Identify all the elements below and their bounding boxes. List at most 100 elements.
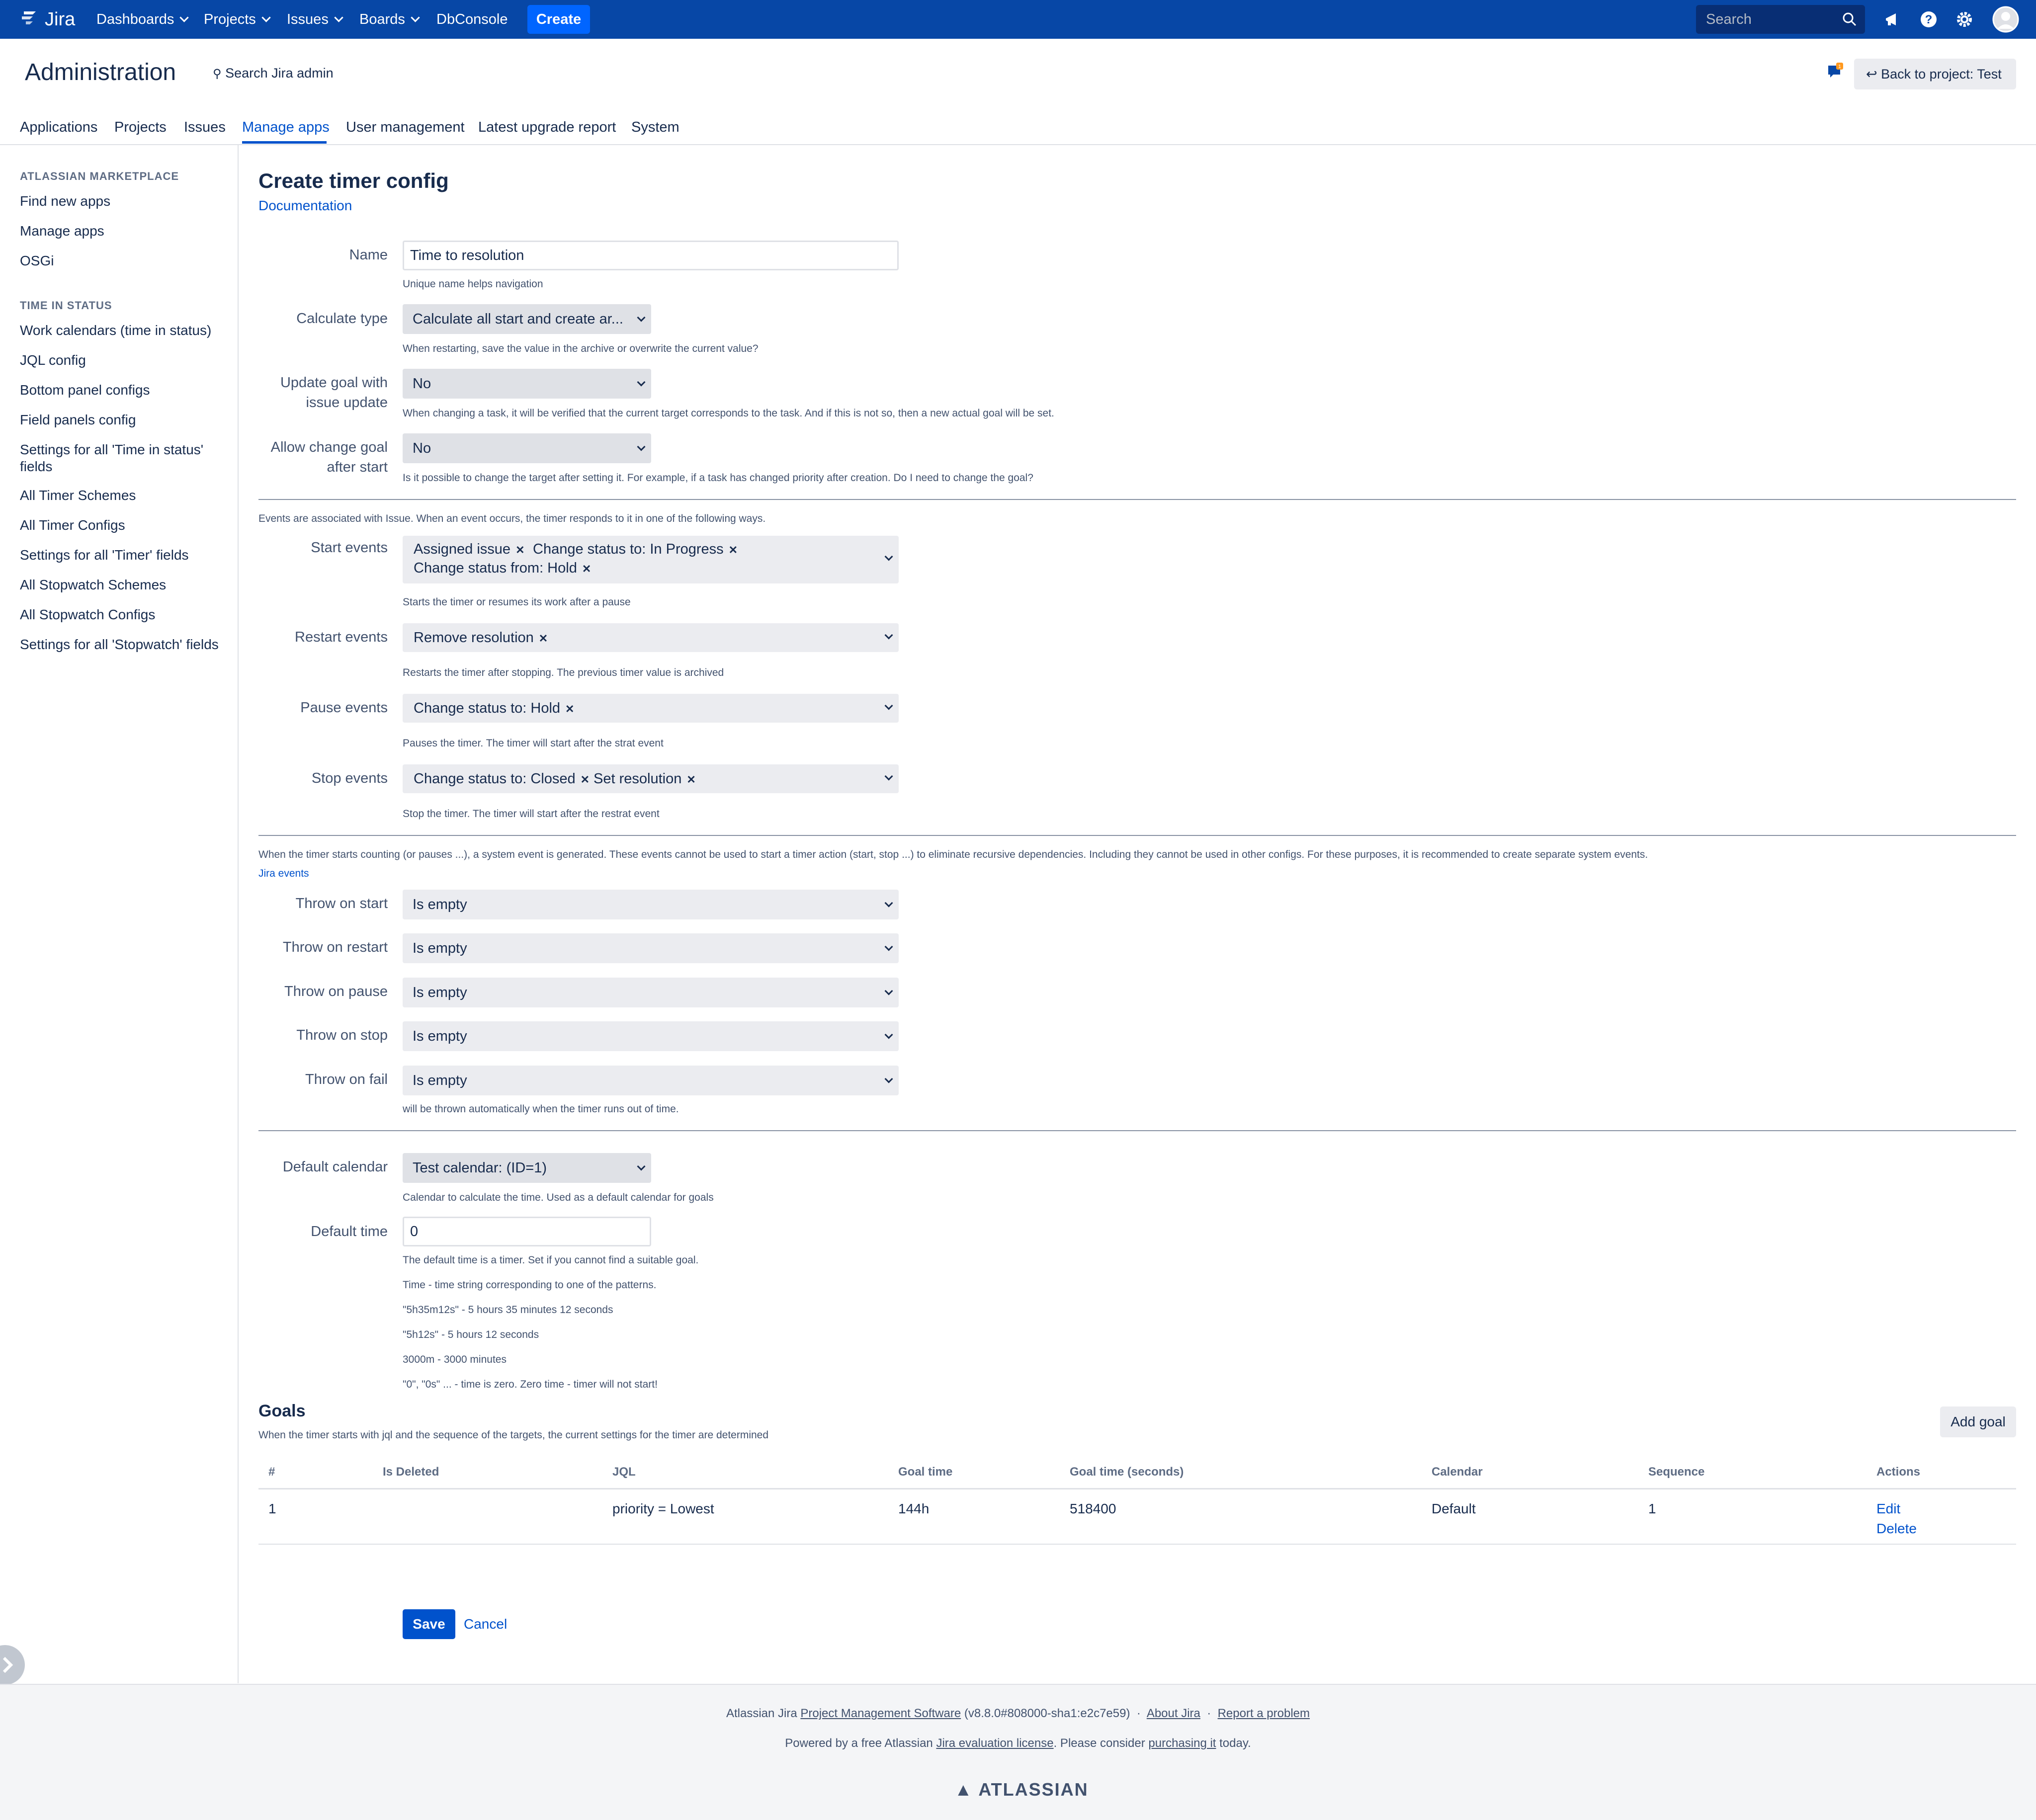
tab-issues[interactable]: Issues [184,119,226,136]
sidebar-heading-marketplace: ATLASSIAN MARKETPLACE [20,170,179,182]
jira-events-link[interactable]: Jira events [258,868,309,880]
allow-change-goal-select[interactable]: No [403,433,651,463]
chevron-down-icon [884,1075,893,1083]
nav-issues[interactable]: Issues [287,0,342,39]
throw-on-stop-select[interactable]: Is empty [403,1021,899,1051]
remove-tag-icon[interactable]: ✕ [581,773,590,786]
default-time-help-line: 3000m - 3000 minutes [403,1354,507,1365]
name-label: Name [349,247,388,263]
tab-projects[interactable]: Projects [114,119,167,136]
footer-separator: · [1136,1707,1141,1720]
feedback-icon[interactable]: 1 [1827,63,1844,80]
update-goal-value: No [413,376,431,392]
settings-icon[interactable] [1953,8,1975,30]
stop-event-tag: Set resolution ✕ [594,770,696,787]
sidebar-item-all-timer-schemes[interactable]: All Timer Schemes [20,487,219,504]
calculate-type-select[interactable]: Calculate all start and create ar... [403,304,651,334]
project-management-link[interactable]: Project Management Software [800,1707,961,1720]
sidebar-item-manage-apps[interactable]: Manage apps [20,223,219,240]
remove-tag-icon[interactable]: ✕ [539,632,548,645]
allow-change-goal-label-line1: Allow change goal [270,439,388,455]
remove-tag-icon[interactable]: ✕ [582,563,591,575]
sidebar-item-stopwatch-settings[interactable]: Settings for all 'Stopwatch' fields [20,636,219,653]
default-time-input[interactable]: 0 [403,1217,651,1246]
tab-user-management[interactable]: User management [346,119,465,136]
sidebar-item-bottom-panel-configs[interactable]: Bottom panel configs [20,382,219,399]
sidebar-item-field-panels-config[interactable]: Field panels config [20,412,219,428]
add-goal-button[interactable]: Add goal [1940,1406,2016,1437]
remove-tag-icon[interactable]: ✕ [515,544,524,556]
sidebar-collapse-button[interactable] [0,1645,25,1685]
pause-events-multiselect[interactable]: Change status to: Hold ✕ [403,694,899,723]
save-button[interactable]: Save [403,1609,455,1639]
chevron-down-icon [884,1030,893,1039]
admin-search-link[interactable]: ⚲ Search Jira admin [213,66,334,81]
throw-on-restart-label: Throw on restart [282,939,388,955]
tab-applications[interactable]: Applications [20,119,97,136]
default-calendar-select[interactable]: Test calendar: (ID=1) [403,1153,651,1183]
chevron-down-icon [637,313,646,322]
update-goal-select[interactable]: No [403,369,651,399]
remove-tag-icon[interactable]: ✕ [565,703,574,715]
stop-events-help: Stop the timer. The timer will start aft… [403,808,660,820]
delete-goal-link[interactable]: Delete [1876,1521,1917,1537]
remove-tag-icon[interactable]: ✕ [729,544,738,556]
sidebar-item-all-stopwatch-configs[interactable]: All Stopwatch Configs [20,606,219,623]
svg-text:?: ? [1925,13,1933,26]
tag-label: Set resolution [594,771,682,787]
nav-boards[interactable]: Boards [359,0,419,39]
tab-latest-upgrade-report[interactable]: Latest upgrade report [478,119,616,136]
jira-logo-icon [22,11,36,24]
help-icon[interactable]: ? [1918,8,1940,30]
sidebar-item-all-timer-configs[interactable]: All Timer Configs [20,517,219,534]
default-calendar-help: Calendar to calculate the time. Used as … [403,1192,714,1203]
chevron-down-icon [884,987,893,995]
allow-change-goal-label-line2: after start [327,459,388,475]
edit-goal-link[interactable]: Edit [1876,1501,1900,1517]
name-input[interactable]: Time to resolution [403,241,899,270]
tab-system[interactable]: System [631,119,679,136]
throw-on-fail-select[interactable]: Is empty [403,1066,899,1095]
sidebar-item-jql-config[interactable]: JQL config [20,352,219,369]
stop-events-multiselect[interactable]: Change status to: Closed ✕ Set resolution… [403,764,899,793]
nav-dashboards[interactable]: Dashboards [96,0,187,39]
tab-manage-apps[interactable]: Manage apps [242,119,330,136]
update-goal-label-line1: Update goal with [280,375,388,391]
documentation-link[interactable]: Documentation [258,198,352,214]
atlassian-logo[interactable]: ▲ ATLASSIAN [954,1779,1089,1800]
avatar[interactable] [1992,6,2019,33]
throw-on-stop-value: Is empty [413,1028,467,1044]
throw-on-start-select[interactable]: Is empty [403,890,899,919]
start-events-multiselect[interactable]: Assigned issue ✕ Change status to: In Pro… [403,536,899,583]
create-button[interactable]: Create [527,5,590,34]
footer-product: Atlassian Jira [726,1707,797,1720]
column-header: Calendar [1432,1465,1483,1479]
nav-dbconsole[interactable]: DbConsole [436,0,508,39]
sidebar-item-time-in-status-settings[interactable]: Settings for all 'Time in status' fields [20,441,209,475]
remove-tag-icon[interactable]: ✕ [686,773,695,786]
back-to-project-button[interactable]: ↩ Back to project: Test [1854,59,2016,89]
purchasing-link[interactable]: purchasing it [1148,1737,1216,1750]
sidebar-item-work-calendars[interactable]: Work calendars (time in status) [20,322,219,339]
sidebar-item-osgi[interactable]: OSGi [20,252,219,269]
evaluation-license-link[interactable]: Jira evaluation license [936,1737,1053,1750]
goal-number: 1 [268,1501,276,1516]
sidebar-item-timer-settings[interactable]: Settings for all 'Timer' fields [20,547,219,564]
throw-on-pause-label: Throw on pause [284,984,388,999]
sidebar-item-find-new-apps[interactable]: Find new apps [20,193,219,210]
notifications-icon[interactable] [1882,8,1904,30]
start-events-label: Start events [311,540,388,556]
throw-on-restart-select[interactable]: Is empty [403,933,899,963]
throw-help: will be thrown automatically when the ti… [403,1103,679,1115]
goal-time: 144h [898,1501,930,1516]
about-jira-link[interactable]: About Jira [1147,1707,1200,1720]
search-input[interactable]: Search [1696,5,1865,34]
report-problem-link[interactable]: Report a problem [1218,1707,1310,1720]
nav-projects[interactable]: Projects [204,0,269,39]
throw-on-pause-select[interactable]: Is empty [403,978,899,1007]
restart-events-multiselect[interactable]: Remove resolution ✕ [403,623,899,652]
cancel-link[interactable]: Cancel [464,1616,507,1632]
sidebar-item-all-stopwatch-schemes[interactable]: All Stopwatch Schemes [20,577,219,593]
throw-on-restart-value: Is empty [413,940,467,956]
stop-event-tag: Change status to: Closed ✕ [414,770,590,787]
